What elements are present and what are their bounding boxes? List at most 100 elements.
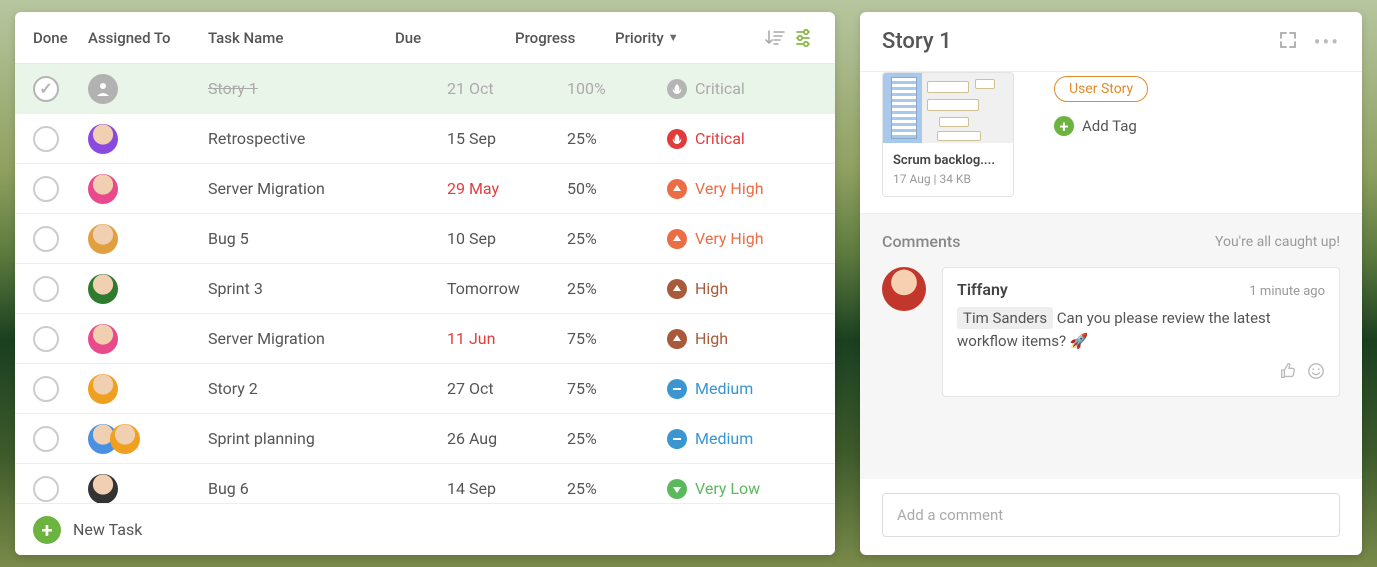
plus-icon: +: [1054, 116, 1074, 136]
filter-icon[interactable]: [795, 28, 817, 48]
task-due[interactable]: Tomorrow: [447, 279, 567, 298]
task-name[interactable]: Server Migration: [208, 329, 447, 348]
done-checkbox[interactable]: [33, 376, 59, 402]
col-header-due[interactable]: Due: [395, 29, 515, 47]
avatar[interactable]: [88, 374, 118, 404]
task-progress: 25%: [567, 479, 667, 498]
avatar[interactable]: [88, 474, 118, 504]
task-due[interactable]: 10 Sep: [447, 229, 567, 248]
comment-author[interactable]: Tiffany: [957, 280, 1008, 299]
caught-up-text: You're all caught up!: [1215, 234, 1340, 250]
task-row[interactable]: Server Migration29 May50%Very High: [15, 164, 835, 214]
done-checkbox[interactable]: [33, 176, 59, 202]
task-priority[interactable]: Medium: [667, 379, 817, 399]
avatar[interactable]: [88, 274, 118, 304]
task-priority[interactable]: High: [667, 329, 817, 349]
task-progress: 25%: [567, 229, 667, 248]
task-due[interactable]: 15 Sep: [447, 129, 567, 148]
avatar[interactable]: [88, 124, 118, 154]
task-priority[interactable]: Very Low: [667, 479, 817, 499]
task-name[interactable]: Sprint 3: [208, 279, 447, 298]
col-header-name[interactable]: Task Name: [208, 29, 395, 47]
tag-user-story[interactable]: User Story: [1054, 76, 1148, 102]
task-due[interactable]: 11 Jun: [447, 329, 567, 348]
task-row[interactable]: Bug 614 Sep25%Very Low: [15, 464, 835, 503]
task-due[interactable]: 27 Oct: [447, 379, 567, 398]
assignee-avatars[interactable]: [88, 224, 208, 254]
add-tag[interactable]: + Add Tag: [1054, 116, 1148, 136]
task-priority[interactable]: High: [667, 279, 817, 299]
done-checkbox[interactable]: [33, 276, 59, 302]
task-priority[interactable]: Very High: [667, 179, 817, 199]
assignee-avatars[interactable]: [88, 74, 208, 104]
task-row[interactable]: Server Migration11 Jun75%High: [15, 314, 835, 364]
done-checkbox[interactable]: [33, 426, 59, 452]
task-list-panel: Done Assigned To Task Name Due Progress …: [15, 12, 835, 555]
sort-icon[interactable]: [765, 28, 785, 48]
avatar[interactable]: [88, 224, 118, 254]
task-name[interactable]: Sprint planning: [208, 429, 447, 448]
new-task-label[interactable]: New Task: [73, 520, 142, 539]
thumbs-up-icon[interactable]: [1279, 362, 1297, 384]
done-checkbox[interactable]: [33, 326, 59, 352]
task-name[interactable]: Retrospective: [208, 129, 447, 148]
attachment-card[interactable]: Scrum backlog.... 17 Aug | 34 KB: [882, 72, 1014, 197]
assignee-avatars[interactable]: [88, 424, 208, 454]
priority-icon: [667, 479, 687, 499]
task-priority[interactable]: Very High: [667, 229, 817, 249]
task-due[interactable]: 29 May: [447, 179, 567, 198]
comment-time: 1 minute ago: [1249, 284, 1325, 299]
task-priority[interactable]: Critical: [667, 129, 817, 149]
task-name[interactable]: Story 1: [208, 79, 447, 98]
task-due[interactable]: 26 Aug: [447, 429, 567, 448]
emoji-icon[interactable]: [1307, 362, 1325, 384]
comment-item: Tiffany 1 minute ago Tim Sanders Can you…: [882, 267, 1340, 397]
task-row[interactable]: Bug 510 Sep25%Very High: [15, 214, 835, 264]
col-header-done[interactable]: Done: [33, 29, 88, 47]
avatar[interactable]: [88, 324, 118, 354]
assignee-avatars[interactable]: [88, 274, 208, 304]
assignee-avatars[interactable]: [88, 124, 208, 154]
priority-label: Very High: [695, 179, 764, 198]
priority-label: Medium: [695, 379, 753, 398]
task-progress: 75%: [567, 379, 667, 398]
mention[interactable]: Tim Sanders: [957, 307, 1053, 329]
avatar[interactable]: [110, 424, 140, 454]
task-row[interactable]: Story 121 Oct100%Critical: [15, 64, 835, 114]
task-row[interactable]: Story 227 Oct75% Medium: [15, 364, 835, 414]
task-name[interactable]: Story 2: [208, 379, 447, 398]
add-task-button[interactable]: +: [33, 516, 61, 544]
col-header-progress[interactable]: Progress: [515, 29, 615, 47]
task-row[interactable]: Sprint planning26 Aug25%Medium: [15, 414, 835, 464]
task-row[interactable]: Sprint 3Tomorrow25%High: [15, 264, 835, 314]
attachment-name: Scrum backlog....: [883, 143, 1013, 172]
task-row[interactable]: Retrospective15 Sep25%Critical: [15, 114, 835, 164]
assignee-avatars[interactable]: [88, 374, 208, 404]
col-header-priority[interactable]: Priority ▼: [615, 29, 765, 47]
more-icon[interactable]: •••: [1314, 30, 1340, 54]
task-priority[interactable]: Medium: [667, 429, 817, 449]
task-name[interactable]: Bug 6: [208, 479, 447, 498]
assignee-avatars[interactable]: [88, 174, 208, 204]
assignee-avatars[interactable]: [88, 474, 208, 504]
task-name[interactable]: Bug 5: [208, 229, 447, 248]
done-checkbox[interactable]: [33, 76, 59, 102]
caret-down-icon: ▼: [668, 31, 679, 44]
done-checkbox[interactable]: [33, 126, 59, 152]
avatar[interactable]: [88, 174, 118, 204]
task-name[interactable]: Server Migration: [208, 179, 447, 198]
comment-input[interactable]: Add a comment: [882, 493, 1340, 537]
assignee-avatars[interactable]: [88, 324, 208, 354]
attachment-thumbnail: [883, 73, 1013, 143]
task-priority[interactable]: Critical: [667, 79, 817, 99]
task-due[interactable]: 14 Sep: [447, 479, 567, 498]
priority-icon: [667, 229, 687, 249]
done-checkbox[interactable]: [33, 226, 59, 252]
priority-label: High: [695, 329, 728, 348]
task-due[interactable]: 21 Oct: [447, 79, 567, 98]
done-checkbox[interactable]: [33, 476, 59, 502]
expand-icon[interactable]: [1278, 30, 1298, 54]
avatar[interactable]: [88, 74, 118, 104]
col-header-assigned[interactable]: Assigned To: [88, 29, 208, 47]
avatar[interactable]: [882, 267, 926, 311]
